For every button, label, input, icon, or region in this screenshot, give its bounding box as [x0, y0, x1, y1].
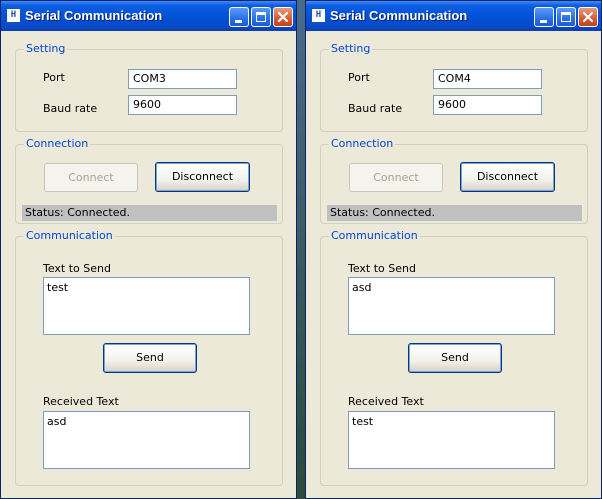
- serial-app-icon: H: [6, 8, 21, 23]
- received-text-label: Received Text: [43, 395, 119, 408]
- minimize-icon: [235, 20, 242, 23]
- text-to-send-input[interactable]: asd: [348, 277, 555, 335]
- title-bar[interactable]: H Serial Communication: [306, 1, 601, 31]
- communication-group-title: Communication: [24, 229, 115, 242]
- connection-group-title: Connection: [329, 137, 396, 150]
- baud-rate-field[interactable]: 9600: [128, 95, 237, 115]
- minimize-button[interactable]: [534, 7, 554, 27]
- serial-window-left: H Serial Communication Setting Port COM3…: [0, 0, 297, 499]
- received-text-output[interactable]: test: [348, 411, 555, 469]
- disconnect-button[interactable]: Disconnect: [460, 162, 555, 192]
- maximize-button[interactable]: [251, 7, 271, 27]
- received-text-output[interactable]: asd: [43, 411, 250, 469]
- close-button[interactable]: [578, 7, 598, 27]
- port-field[interactable]: COM4: [433, 69, 542, 89]
- send-button[interactable]: Send: [408, 343, 502, 373]
- setting-group: Setting Port COM3 Baud rate 9600: [15, 42, 283, 132]
- window-title: Serial Communication: [25, 8, 163, 23]
- maximize-button[interactable]: [556, 7, 576, 27]
- disconnect-button[interactable]: Disconnect: [155, 162, 250, 192]
- connect-button[interactable]: Connect: [349, 163, 443, 192]
- communication-group: Communication Text to Send test Send Rec…: [15, 229, 283, 486]
- minimize-button[interactable]: [229, 7, 249, 27]
- setting-group-title: Setting: [24, 42, 68, 55]
- close-icon: [582, 11, 594, 23]
- baud-rate-label: Baud rate: [43, 102, 98, 115]
- port-label: Port: [348, 71, 370, 84]
- close-icon: [277, 11, 289, 23]
- maximize-icon: [561, 12, 571, 22]
- baud-rate-label: Baud rate: [348, 102, 403, 115]
- minimize-icon: [540, 20, 547, 23]
- setting-group: Setting Port COM4 Baud rate 9600: [320, 42, 588, 132]
- connection-group-title: Connection: [24, 137, 91, 150]
- baud-rate-field[interactable]: 9600: [433, 95, 542, 115]
- port-label: Port: [43, 71, 65, 84]
- status-bar: Status: Connected.: [22, 205, 277, 221]
- maximize-icon: [256, 12, 266, 22]
- window-title: Serial Communication: [330, 8, 468, 23]
- serial-window-right: H Serial Communication Setting Port COM4…: [305, 0, 602, 499]
- status-bar: Status: Connected.: [327, 205, 582, 221]
- port-field[interactable]: COM3: [128, 69, 237, 89]
- received-text-label: Received Text: [348, 395, 424, 408]
- title-bar[interactable]: H Serial Communication: [1, 1, 296, 31]
- text-to-send-label: Text to Send: [348, 262, 416, 275]
- send-button[interactable]: Send: [103, 343, 197, 373]
- connect-button[interactable]: Connect: [44, 163, 138, 192]
- connection-group: Connection Connect Disconnect Status: Co…: [320, 137, 588, 224]
- text-to-send-input[interactable]: test: [43, 277, 250, 335]
- text-to-send-label: Text to Send: [43, 262, 111, 275]
- serial-app-icon: H: [311, 8, 326, 23]
- communication-group: Communication Text to Send asd Send Rece…: [320, 229, 588, 486]
- close-button[interactable]: [273, 7, 293, 27]
- connection-group: Connection Connect Disconnect Status: Co…: [15, 137, 283, 224]
- setting-group-title: Setting: [329, 42, 373, 55]
- communication-group-title: Communication: [329, 229, 420, 242]
